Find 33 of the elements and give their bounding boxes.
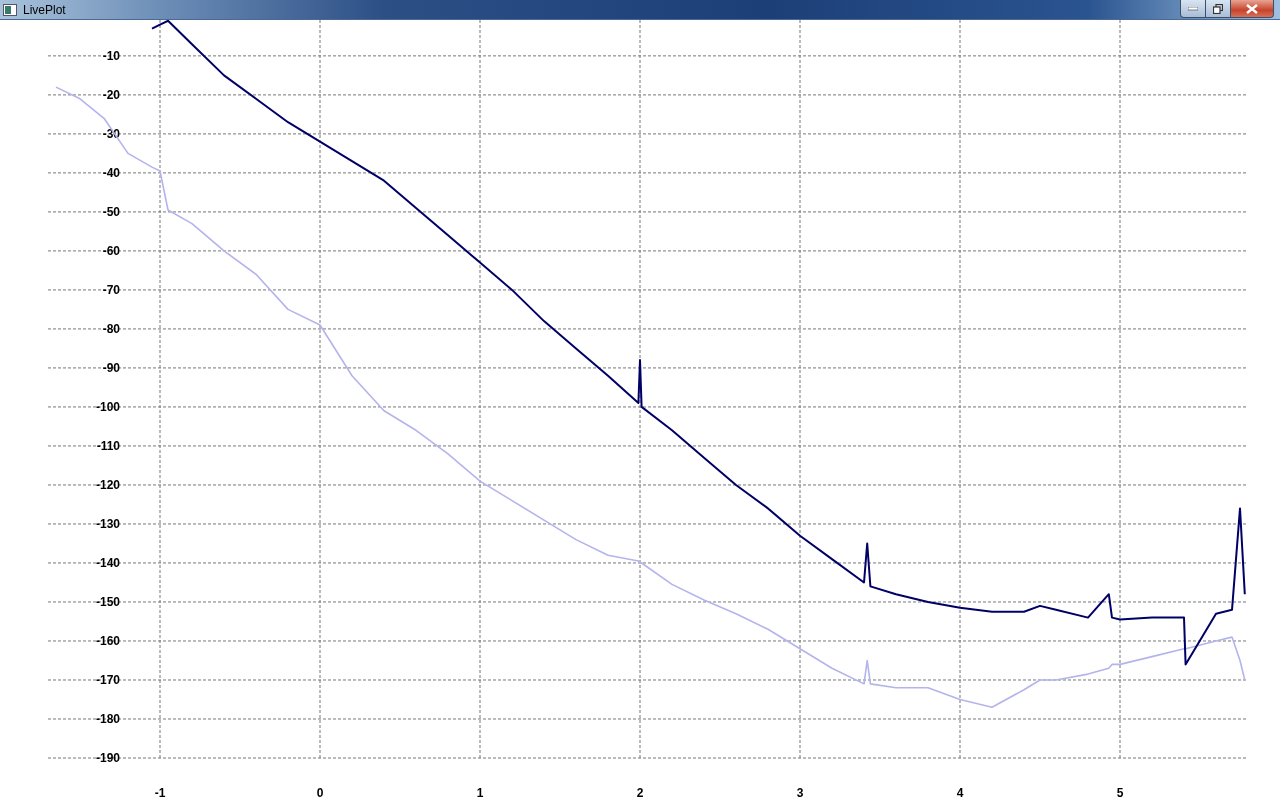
app-icon [3, 3, 17, 16]
axis-tick-label: -10 [102, 48, 120, 63]
axis-tick-label: -70 [102, 282, 120, 297]
axis-tick-label: -110 [96, 438, 120, 453]
axis-tick-label: -40 [102, 165, 120, 180]
minimize-button[interactable] [1180, 0, 1206, 18]
axis-tick-label: -120 [95, 477, 120, 492]
axis-tick-label: -100 [95, 399, 120, 414]
window-title: LivePlot [23, 2, 66, 17]
axis-tick-label: -170 [95, 673, 120, 687]
axis-tick-label: 2 [636, 786, 644, 800]
axis-tick-label: -130 [95, 516, 120, 531]
close-button[interactable] [1231, 0, 1274, 18]
axis-tick-label: -1 [154, 786, 166, 800]
axis-tick-label: -50 [102, 204, 120, 219]
axis-tick-label: 1 [476, 786, 484, 800]
axis-tick-label: -190 [95, 751, 120, 765]
axis-tick-label: 4 [956, 786, 964, 800]
axis-tick-label: -90 [102, 360, 120, 375]
minimize-icon [1188, 6, 1198, 11]
axis-tick-label: -140 [95, 555, 120, 570]
axis-tick-label: 0 [316, 786, 324, 800]
restore-button[interactable] [1206, 0, 1231, 18]
axis-tick-label: -80 [102, 321, 120, 336]
axis-tick-label: -180 [95, 712, 120, 726]
axis-tick-label: 3 [796, 786, 804, 800]
axis-tick-label: -60 [102, 243, 120, 258]
axis-tick-label: -150 [95, 594, 120, 609]
close-icon [1246, 3, 1258, 14]
axis-tick-label: -20 [102, 87, 120, 102]
axis-tick-label: -160 [95, 634, 120, 648]
restore-icon [1213, 3, 1223, 14]
axis-tick-label: 5 [1116, 786, 1124, 800]
